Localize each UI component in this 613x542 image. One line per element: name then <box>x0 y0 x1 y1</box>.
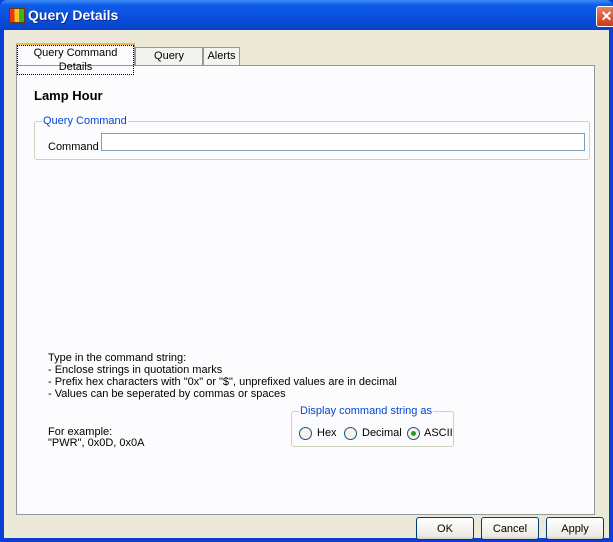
page-title: Lamp Hour <box>34 88 103 103</box>
example-value: "PWR", 0x0D, 0x0A <box>48 437 145 449</box>
tab-label: Alerts <box>207 50 236 62</box>
tab-query-format[interactable]: Query Format <box>135 47 203 79</box>
query-details-window: Query Details ✕ Query Command Details Qu… <box>0 0 613 542</box>
tab-label: Query Command Details <box>17 45 134 75</box>
tab-query-command-details[interactable]: Query Command Details <box>16 43 135 75</box>
close-icon: ✕ <box>600 8 613 24</box>
decimal-radio-label[interactable]: Decimal <box>362 427 402 439</box>
radio-selected-dot <box>411 431 416 436</box>
command-input[interactable] <box>101 133 585 151</box>
window-title: Query Details <box>28 7 119 23</box>
command-label: Command <box>48 141 99 153</box>
title-bar[interactable]: Query Details ✕ <box>0 0 613 30</box>
ascii-radio-label[interactable]: ASCII <box>424 427 453 439</box>
dialog-client-area: Query Command Details Query Format Alert… <box>4 30 609 540</box>
help-line: - Prefix hex characters with "0x" or "$"… <box>48 376 397 388</box>
help-line: - Enclose strings in quotation marks <box>48 364 223 376</box>
close-button[interactable]: ✕ <box>596 6 613 27</box>
query-command-legend: Query Command <box>42 115 128 127</box>
hex-radio[interactable] <box>299 427 312 440</box>
ok-button[interactable]: OK <box>416 517 474 540</box>
apply-button[interactable]: Apply <box>546 517 604 540</box>
cancel-button[interactable]: Cancel <box>481 517 539 540</box>
decimal-radio[interactable] <box>344 427 357 440</box>
help-line: - Values can be seperated by commas or s… <box>48 388 286 400</box>
hex-radio-label[interactable]: Hex <box>317 427 337 439</box>
ascii-radio[interactable] <box>407 427 420 440</box>
tab-alerts[interactable]: Alerts <box>203 47 240 65</box>
display-format-legend: Display command string as <box>299 405 434 417</box>
help-line: Type in the command string: <box>48 352 187 364</box>
app-icon <box>9 8 25 23</box>
